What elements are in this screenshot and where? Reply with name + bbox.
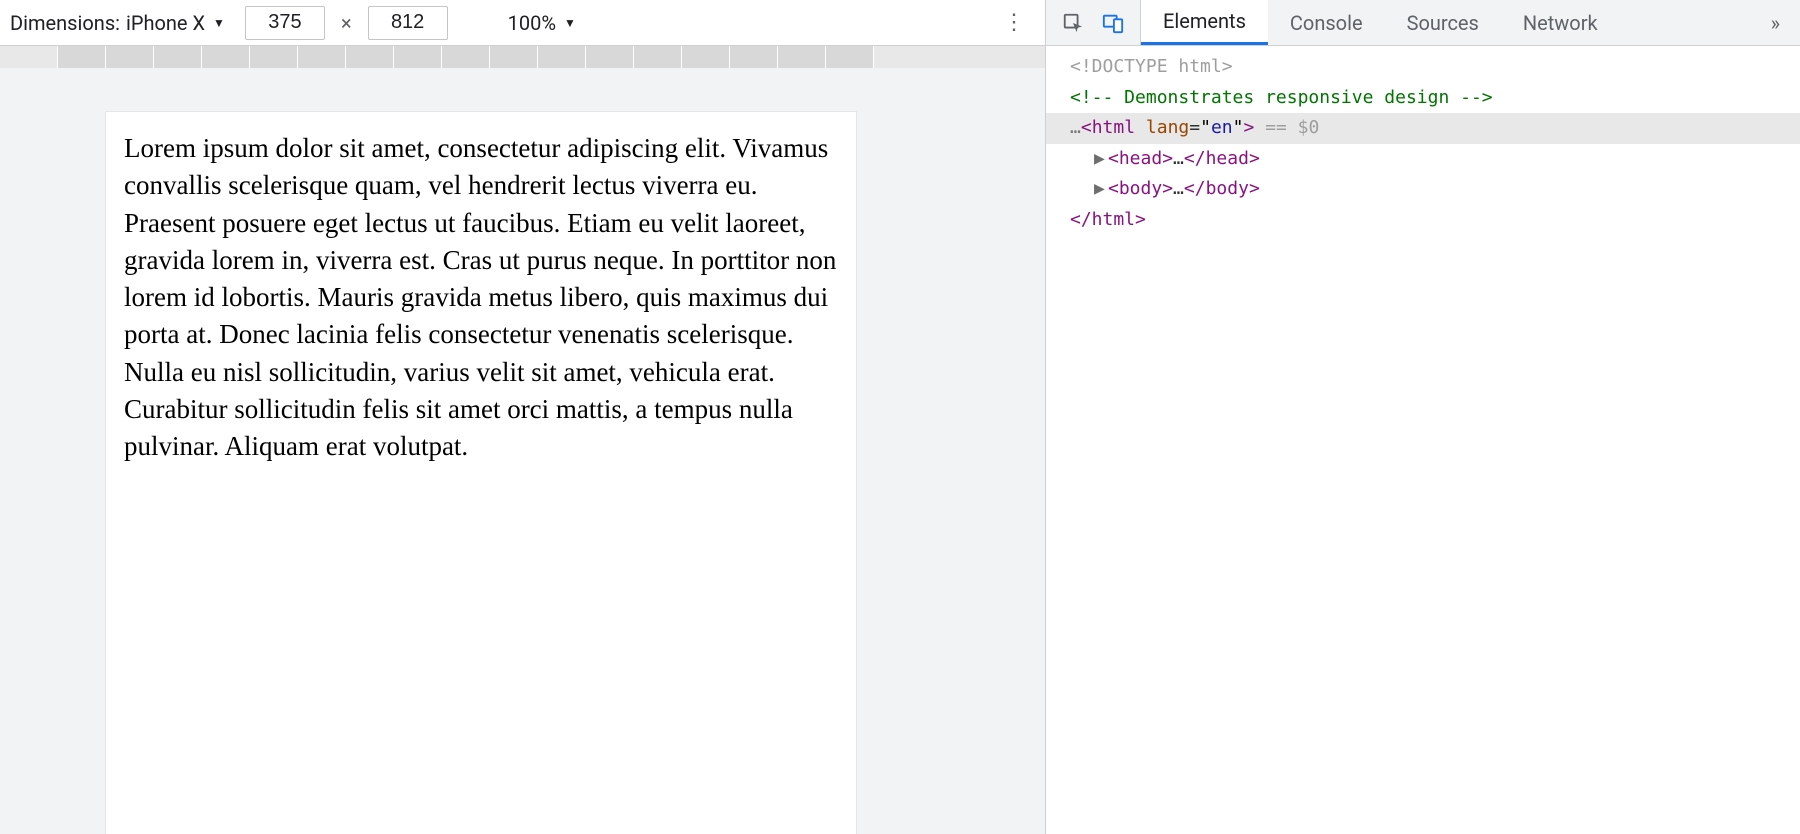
more-tabs-icon[interactable]: » [1751,11,1800,35]
dom-html-close[interactable]: </html> [1046,205,1800,236]
tab-elements[interactable]: Elements [1141,0,1268,45]
page-content: Lorem ipsum dolor sit amet, consectetur … [106,112,856,483]
dom-body[interactable]: ▶<body>…</body> [1046,174,1800,205]
device-emulation-pane: Dimensions: iPhone X ▼ × 100% ▼ ⋮ Lorem … [0,0,1045,834]
tab-network[interactable]: Network [1501,0,1620,45]
dom-head[interactable]: ▶<head>…</head> [1046,144,1800,175]
device-viewport[interactable]: Lorem ipsum dolor sit amet, consectetur … [106,112,856,834]
device-toggle-icon[interactable] [1102,12,1124,34]
devtools-tabbar: Elements Console Sources Network » [1046,0,1800,46]
device-name: iPhone X [126,11,205,35]
dom-doctype[interactable]: <!DOCTYPE html> [1046,52,1800,83]
zoom-selector[interactable]: 100% ▼ [498,11,586,35]
dimensions-label: Dimensions: [10,11,120,35]
device-width-input[interactable] [245,6,325,40]
zoom-value: 100% [508,11,556,35]
dom-html-open[interactable]: …<html lang="en"> == $0 [1046,113,1800,144]
tab-console[interactable]: Console [1268,0,1385,45]
caret-down-icon: ▼ [564,16,576,30]
lorem-paragraph: Lorem ipsum dolor sit amet, consectetur … [124,130,838,465]
elements-dom-tree[interactable]: <!DOCTYPE html> <!-- Demonstrates respon… [1046,46,1800,834]
dimension-separator: × [331,11,362,35]
device-height-input[interactable] [368,6,448,40]
breakpoint-ruler[interactable] [0,46,1045,68]
inspect-element-icon[interactable] [1062,12,1084,34]
more-options-icon[interactable]: ⋮ [1003,10,1025,35]
device-toolbar: Dimensions: iPhone X ▼ × 100% ▼ ⋮ [0,0,1045,46]
devtools-pane: Elements Console Sources Network » <!DOC… [1045,0,1800,834]
caret-down-icon: ▼ [213,16,225,30]
dimension-inputs: × [235,6,458,40]
device-selector[interactable]: Dimensions: iPhone X ▼ [0,11,235,35]
tab-sources[interactable]: Sources [1385,0,1501,45]
emulator-canvas: Lorem ipsum dolor sit amet, consectetur … [0,68,1045,834]
dom-comment[interactable]: <!-- Demonstrates responsive design --> [1046,83,1800,114]
